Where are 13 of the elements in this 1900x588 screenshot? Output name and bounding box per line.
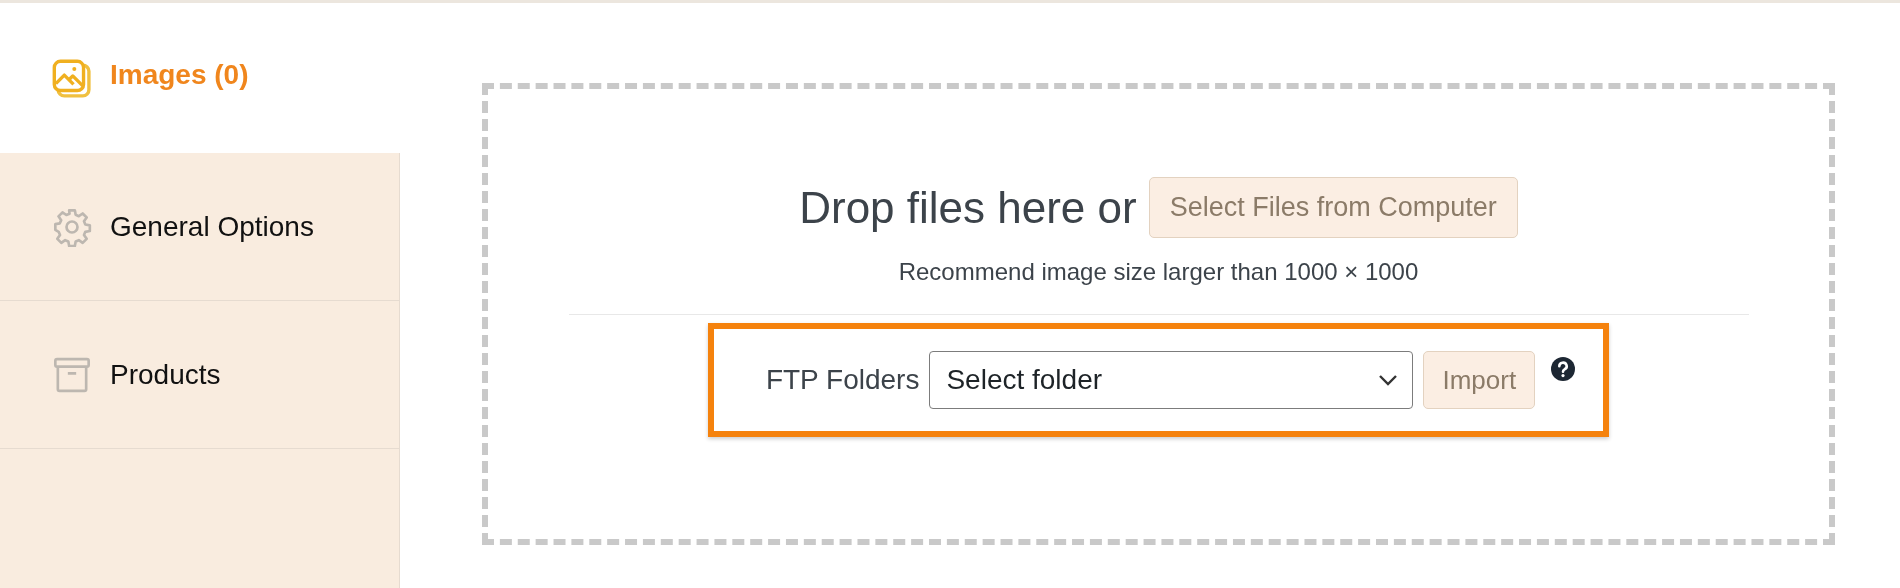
- import-button[interactable]: Import: [1423, 351, 1536, 409]
- drop-prompt: Drop files here or: [799, 182, 1137, 233]
- ftp-folders-label: FTP Folders: [765, 364, 920, 396]
- chevron-down-icon: [1378, 374, 1399, 386]
- sidebar-item[interactable]: Products: [0, 301, 400, 449]
- select-files-button[interactable]: Select Files from Computer: [1148, 177, 1518, 238]
- gear-icon: [52, 206, 92, 247]
- help-icon[interactable]: [1551, 357, 1576, 381]
- dropzone[interactable]: Drop files here or Select Files from Computer Recommend image size larger than 1000 × 1000 FTP Folders Select folder Import: [482, 83, 1835, 545]
- sidebar-item[interactable]: General Options: [0, 153, 400, 301]
- folder-select[interactable]: Select folder: [929, 351, 1414, 409]
- images-icon: [52, 59, 92, 99]
- size-hint: Recommend image size larger than 1000 × 1000: [898, 258, 1419, 286]
